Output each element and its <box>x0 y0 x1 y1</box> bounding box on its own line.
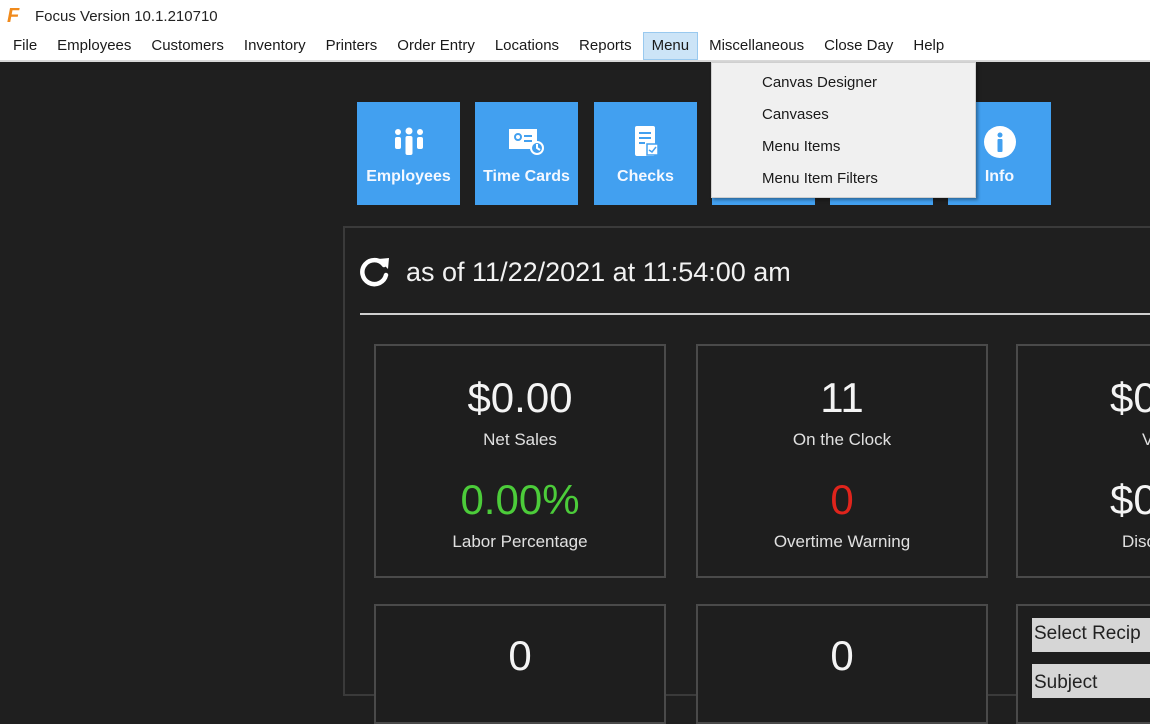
message-card: Select Recip Subject <box>1016 604 1150 724</box>
checks-tile-label: Checks <box>617 168 674 185</box>
as-of-header: as of 11/22/2021 at 11:54:00 am <box>358 255 791 289</box>
menu-file[interactable]: File <box>4 32 46 60</box>
discounts-label: Disc <box>1122 532 1150 551</box>
menu-menu[interactable]: Menu <box>642 32 699 60</box>
voids-value: $0 <box>1110 374 1150 421</box>
menu-order-entry[interactable]: Order Entry <box>388 32 484 60</box>
employees-tile-label: Employees <box>366 168 451 185</box>
menu-reports[interactable]: Reports <box>570 32 641 60</box>
menu-help[interactable]: Help <box>904 32 953 60</box>
info-tile-label: Info <box>984 168 1015 185</box>
labor-percentage-label: Labor Percentage <box>452 532 588 551</box>
focus-logo-icon: F <box>7 5 20 27</box>
time-cards-tile-label: Time Cards <box>483 168 570 185</box>
on-the-clock-value: 11 <box>820 374 864 421</box>
window-title: Focus Version 10.1.210710 <box>35 7 218 25</box>
header-divider <box>360 313 1150 315</box>
subject-input[interactable]: Subject <box>1032 664 1150 698</box>
menu-close-day[interactable]: Close Day <box>815 32 902 60</box>
menu-locations[interactable]: Locations <box>486 32 568 60</box>
title-bar: F Focus Version 10.1.210710 <box>0 0 1150 32</box>
labor-percentage-value: 0.00% <box>460 476 580 523</box>
clock-card: 11 On the Clock 0 Overtime Warning <box>696 344 988 578</box>
net-sales-label: Net Sales <box>483 430 557 449</box>
menu-bar: File Employees Customers Inventory Print… <box>0 32 1150 62</box>
menu-item-menu-item-filters[interactable]: Menu Item Filters <box>712 165 975 197</box>
bottom-card-2-value: 0 <box>830 632 854 679</box>
time-cards-tile[interactable]: Time Cards <box>475 102 578 205</box>
as-of-timestamp: as of 11/22/2021 at 11:54:00 am <box>406 256 791 287</box>
info-icon <box>983 124 1017 160</box>
recipient-select[interactable]: Select Recip <box>1032 618 1150 652</box>
bottom-card-2: 0 <box>696 604 988 724</box>
overtime-warning-label: Overtime Warning <box>773 532 911 551</box>
menu-customers[interactable]: Customers <box>142 32 233 60</box>
refresh-icon[interactable] <box>358 255 392 289</box>
on-the-clock-label: On the Clock <box>792 430 892 449</box>
menu-printers[interactable]: Printers <box>317 32 387 60</box>
checks-tile[interactable]: Checks <box>594 102 697 205</box>
menu-item-menu-items[interactable]: Menu Items <box>712 133 975 165</box>
net-sales-value: $0.00 <box>467 374 573 421</box>
bottom-card-1-value: 0 <box>508 632 532 679</box>
menu-item-canvases[interactable]: Canvases <box>712 101 975 133</box>
sales-card: $0.00 Net Sales 0.00% Labor Percentage <box>374 344 666 578</box>
menu-inventory[interactable]: Inventory <box>235 32 315 60</box>
menu-miscellaneous[interactable]: Miscellaneous <box>700 32 813 60</box>
employees-tile[interactable]: Employees <box>357 102 460 205</box>
discounts-value: $0 <box>1110 476 1150 523</box>
bottom-card-1: 0 <box>374 604 666 724</box>
overtime-warning-value: 0 <box>830 476 854 523</box>
voids-label: V <box>1142 430 1150 450</box>
voids-discounts-card: $0 V $0 Disc <box>1016 344 1150 578</box>
time-card-icon <box>508 124 546 160</box>
menu-item-canvas-designer[interactable]: Canvas Designer <box>712 69 975 101</box>
people-group-icon <box>392 124 426 160</box>
menu-employees[interactable]: Employees <box>48 32 140 60</box>
menu-dropdown: Canvas Designer Canvases Menu Items Menu… <box>711 62 976 198</box>
check-receipt-icon <box>631 124 661 160</box>
